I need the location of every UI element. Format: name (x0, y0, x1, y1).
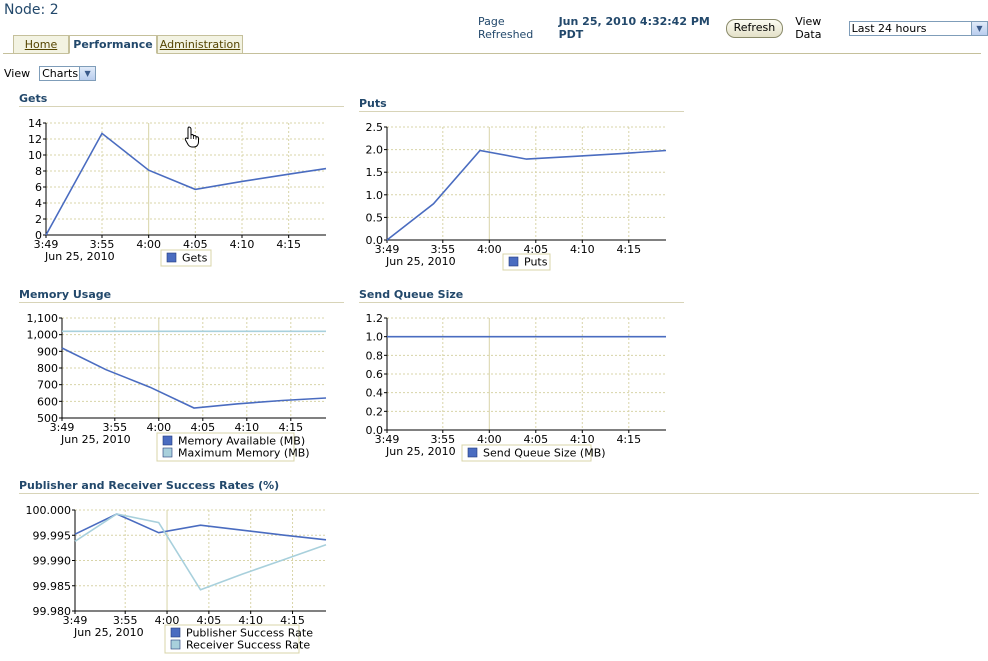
y-tick-label: 2.5 (366, 121, 384, 134)
y-tick-label: 100.000 (26, 504, 72, 517)
x-tick-label: 4:10 (570, 243, 595, 256)
x-date-label: Jun 25, 2010 (73, 626, 144, 639)
x-tick-label: 4:00 (477, 433, 502, 446)
x-tick-label: 4:10 (234, 421, 259, 434)
y-tick-label: 0.2 (366, 405, 384, 418)
hand-cursor-icon (184, 126, 199, 148)
x-tick-label: 4:15 (280, 614, 305, 627)
y-tick-label: 99.995 (33, 529, 72, 542)
x-date-label: Jun 25, 2010 (385, 255, 456, 268)
legend-label: Receiver Success Rate (186, 639, 310, 652)
x-tick-label: 4:10 (570, 433, 595, 446)
x-tick-label: 4:15 (616, 433, 641, 446)
series-line-0 (74, 513, 327, 541)
x-tick-label: 4:05 (197, 614, 222, 627)
legend-swatch (508, 256, 519, 267)
y-tick-label: 700 (37, 379, 58, 392)
x-date-label: Jun 25, 2010 (44, 250, 115, 263)
y-tick-label: 99.990 (33, 555, 72, 568)
x-tick-label: 4:05 (190, 421, 215, 434)
x-tick-label: 4:15 (616, 243, 641, 256)
y-tick-label: 6 (35, 181, 42, 194)
x-tick-label: 4:15 (276, 238, 301, 251)
y-tick-label: 2.0 (366, 144, 384, 157)
y-tick-label: 14 (28, 117, 42, 130)
y-tick-label: 0.4 (366, 387, 384, 400)
y-tick-label: 600 (37, 395, 58, 408)
y-tick-label: 0.5 (366, 211, 384, 224)
x-tick-label: 4:10 (230, 238, 255, 251)
x-tick-label: 4:00 (136, 238, 161, 251)
y-tick-label: 12 (28, 133, 42, 146)
x-tick-label: 4:00 (155, 614, 180, 627)
legend-swatch (162, 435, 173, 446)
x-tick-label: 4:00 (477, 243, 502, 256)
charts-canvas: 024681012143:49 3:55 4:00 4:05 4:10 4:15Jun 2… (26, 117, 667, 654)
y-tick-label: 10 (28, 149, 42, 162)
y-tick-label: 0.8 (366, 349, 384, 362)
series-line-0 (45, 132, 327, 236)
legend-swatch (467, 447, 478, 458)
y-tick-label: 1.0 (366, 331, 384, 344)
legend-label: Puts (524, 256, 548, 269)
y-tick-label: 1.0 (366, 189, 384, 202)
x-date-label: Jun 25, 2010 (385, 445, 456, 458)
y-tick-label: 8 (35, 165, 42, 178)
series-line-0 (61, 347, 327, 409)
y-tick-label: 0.6 (366, 368, 384, 381)
y-tick-label: 800 (37, 362, 58, 375)
y-tick-label: 1.2 (366, 312, 384, 325)
y-tick-label: 1,100 (27, 312, 59, 325)
x-tick-label: 4:05 (183, 238, 208, 251)
y-tick-label: 4 (35, 197, 42, 210)
x-date-label: Jun 25, 2010 (60, 433, 131, 446)
y-tick-label: 900 (37, 345, 58, 358)
legend-label: Maximum Memory (MB) (178, 447, 310, 460)
y-tick-label: 2 (35, 213, 42, 226)
y-tick-label: 1,000 (27, 329, 59, 342)
legend-swatch (166, 252, 177, 263)
x-tick-label: 4:10 (238, 614, 263, 627)
legend-swatch (170, 627, 181, 638)
legend-label: Send Queue Size (MB) (483, 447, 606, 460)
x-tick-label: 4:15 (278, 421, 303, 434)
x-tick-label: 4:05 (523, 433, 548, 446)
legend-label: Gets (182, 252, 208, 265)
legend-swatch (162, 447, 173, 458)
y-tick-label: 1.5 (366, 166, 384, 179)
x-tick-label: 4:00 (146, 421, 171, 434)
y-tick-label: 99.985 (33, 580, 72, 593)
legend-swatch (170, 639, 181, 650)
x-tick-label: 4:05 (523, 243, 548, 256)
